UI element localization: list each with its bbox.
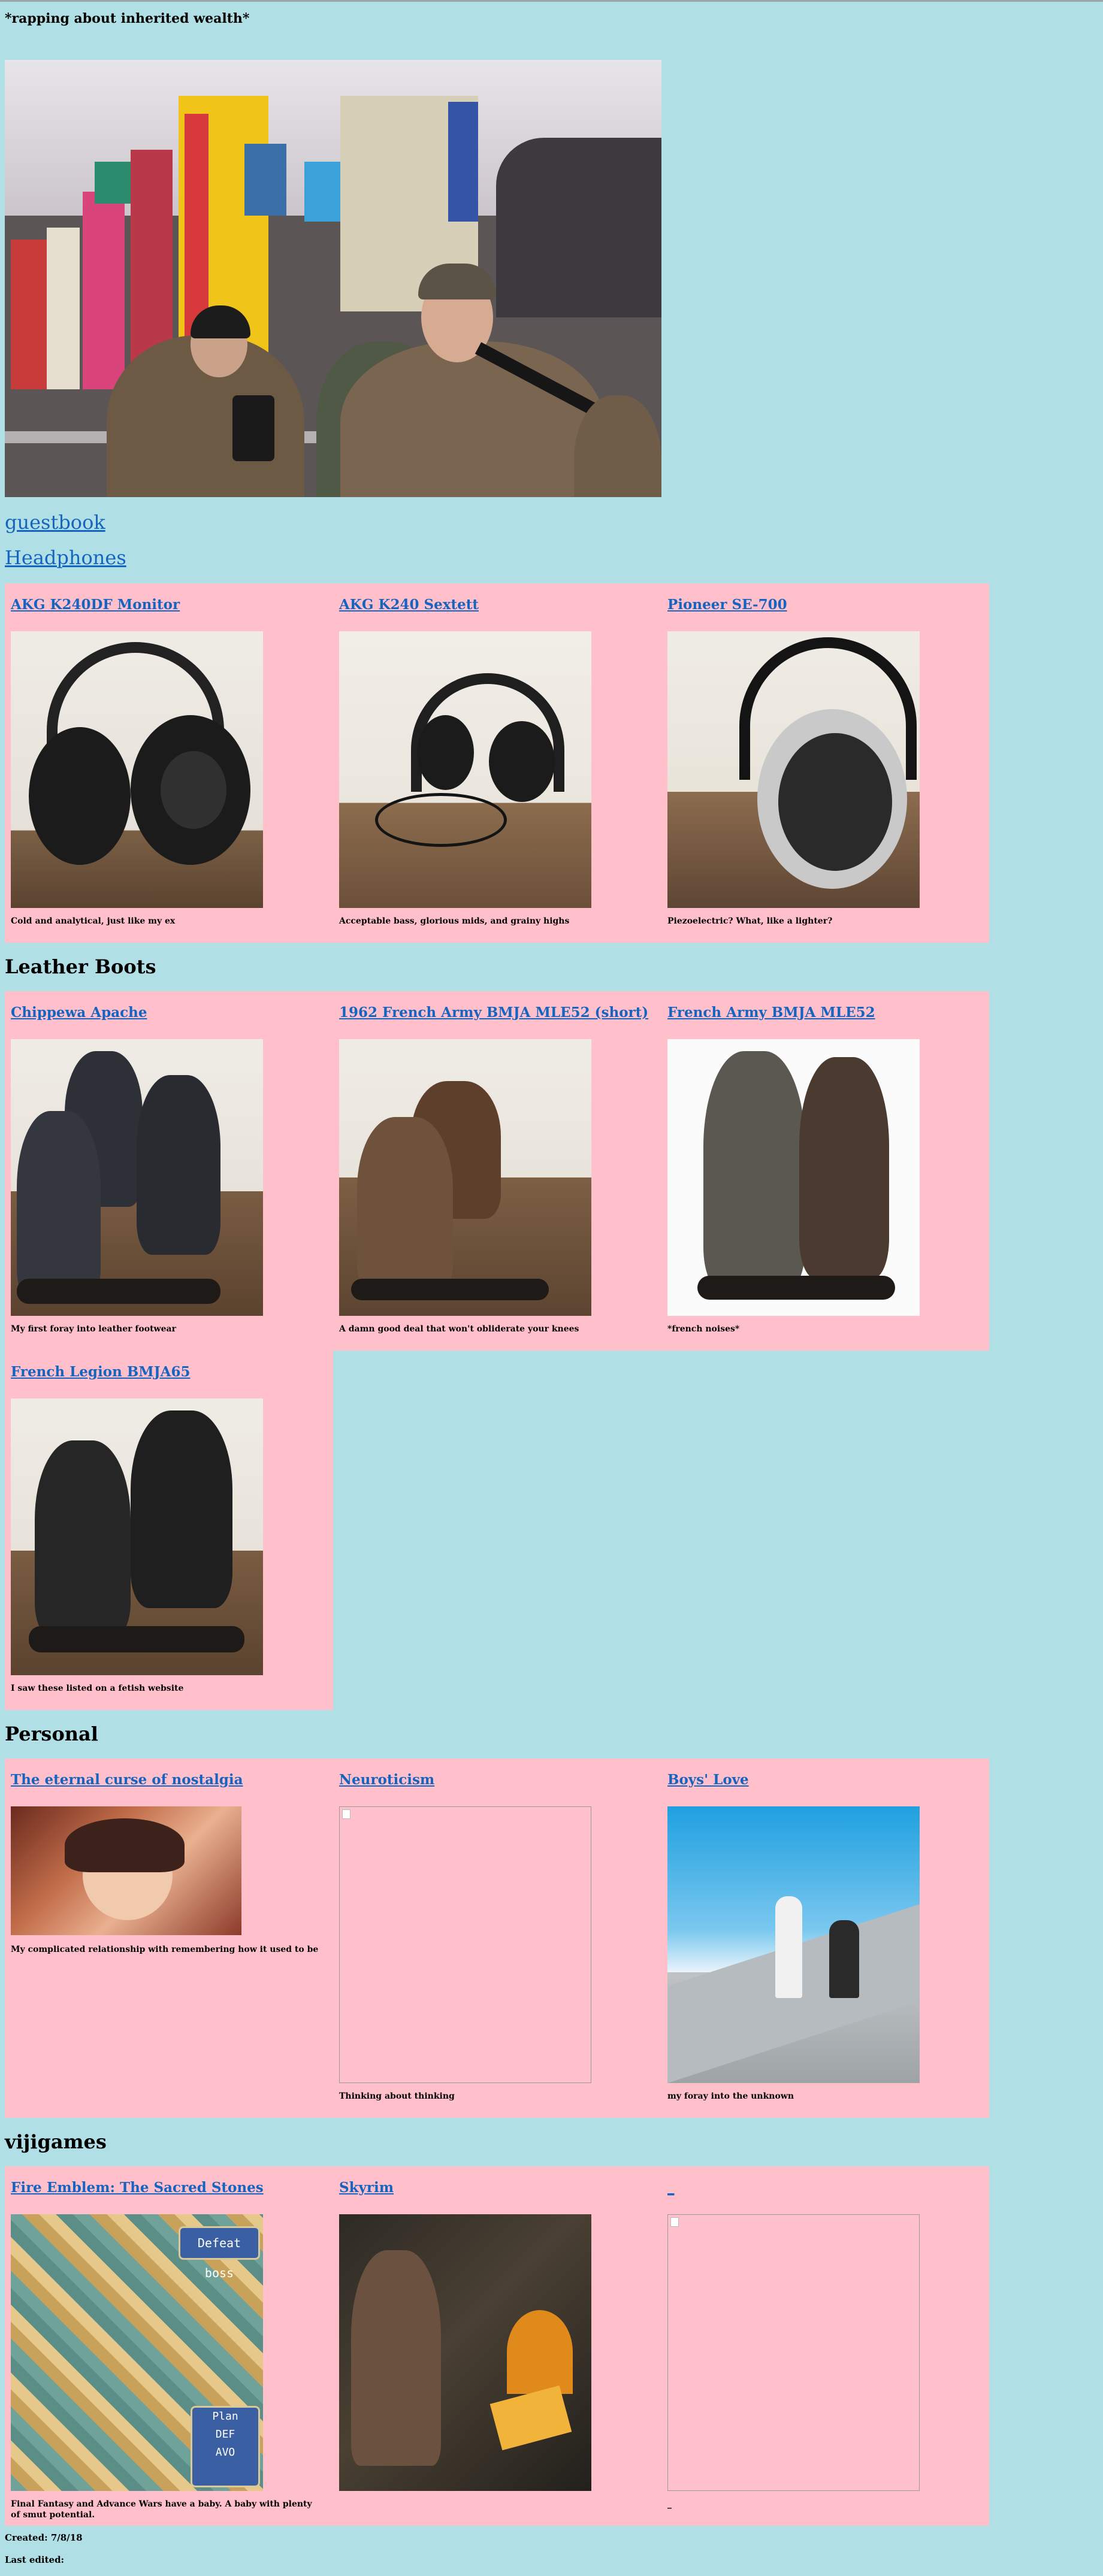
product-link[interactable]: Pioneer SE-700 [667, 597, 787, 613]
top-border [0, 0, 1103, 2]
leather-boots-grid-row2: French Legion BMJA65 I saw these listed … [5, 1351, 333, 1710]
game-def-label: DEF [215, 2428, 235, 2441]
product-caption: A damn good deal that won't obliderate y… [339, 1324, 579, 1334]
game-plan-label: Plan [212, 2410, 238, 2423]
product-caption: *french noises* [667, 1324, 740, 1334]
product-link[interactable]: French Legion BMJA65 [11, 1364, 190, 1380]
created-date: Created: 7/8/18 [5, 2532, 83, 2543]
product-photo[interactable] [11, 631, 263, 908]
article-caption: My complicated relationship with remembe… [11, 1945, 319, 1954]
game-screenshot[interactable] [339, 2214, 591, 2491]
article-caption: Thinking about thinking [339, 2091, 455, 2101]
game-objective-label: Defeat boss [179, 2226, 260, 2280]
last-edited: Last edited: [5, 2554, 65, 2565]
broken-image[interactable] [667, 2214, 920, 2491]
broken-image[interactable] [339, 1806, 591, 2083]
product-photo[interactable] [11, 1399, 263, 1675]
broken-image-icon [342, 1809, 350, 1819]
section-title-vijigames: vijigames [5, 2130, 107, 2153]
headphones-grid: AKG K240DF Monitor Cold and analytical, … [5, 583, 989, 943]
page-tagline: *rapping about inherited wealth* [5, 11, 250, 26]
product-link[interactable]: AKG K240 Sextett [339, 597, 479, 613]
personal-grid: The eternal curse of nostalgia My compli… [5, 1758, 989, 2118]
headphones-link[interactable]: Headphones [5, 546, 126, 569]
broken-image-icon [670, 2217, 679, 2227]
game-avo-label: AVO [215, 2446, 235, 2459]
article-image[interactable] [667, 1806, 920, 2083]
game-screenshot[interactable]: Defeat boss Plan DEF AVO [11, 2214, 263, 2491]
product-caption: Cold and analytical, just like my ex [11, 916, 176, 926]
leather-boots-grid: Chippewa Apache My first foray into leat… [5, 991, 989, 1351]
product-link[interactable]: Chippewa Apache [11, 1004, 147, 1021]
section-title-personal: Personal [5, 1723, 98, 1745]
product-photo[interactable] [667, 631, 920, 908]
article-link[interactable]: Boys' Love [667, 1772, 749, 1788]
game-link[interactable]: _ [667, 2180, 675, 2196]
game-link[interactable]: Skyrim [339, 2180, 394, 2196]
product-link[interactable]: French Army BMJA MLE52 [667, 1004, 875, 1021]
game-stats-panel: Plan DEF AVO [191, 2406, 260, 2487]
product-caption: Acceptable bass, glorious mids, and grai… [339, 916, 570, 926]
vijigames-grid: Fire Emblem: The Sacred Stones Defeat bo… [5, 2166, 989, 2526]
product-photo[interactable] [339, 1039, 591, 1316]
hero-photo [5, 60, 661, 497]
product-photo[interactable] [667, 1039, 920, 1316]
guestbook-link[interactable]: guestbook [5, 511, 105, 534]
product-caption: Piezoelectric? What, like a lighter? [667, 916, 833, 926]
article-caption: my foray into the unknown [667, 2091, 794, 2101]
product-photo[interactable] [339, 631, 591, 908]
article-link[interactable]: The eternal curse of nostalgia [11, 1772, 243, 1788]
game-link[interactable]: Fire Emblem: The Sacred Stones [11, 2180, 264, 2196]
article-link[interactable]: Neuroticism [339, 1772, 434, 1788]
game-caption: _ [667, 2499, 672, 2509]
product-caption: I saw these listed on a fetish website [11, 1684, 184, 1693]
article-image[interactable] [11, 1806, 241, 1935]
product-photo[interactable] [11, 1039, 263, 1316]
product-caption: My first foray into leather footwear [11, 1324, 176, 1334]
product-link[interactable]: 1962 French Army BMJA MLE52 (short) [339, 1004, 648, 1021]
product-link[interactable]: AKG K240DF Monitor [11, 597, 180, 613]
section-title-leather-boots: Leather Boots [5, 955, 156, 978]
game-caption: Final Fantasy and Advance Wars have a ba… [11, 2499, 312, 2520]
